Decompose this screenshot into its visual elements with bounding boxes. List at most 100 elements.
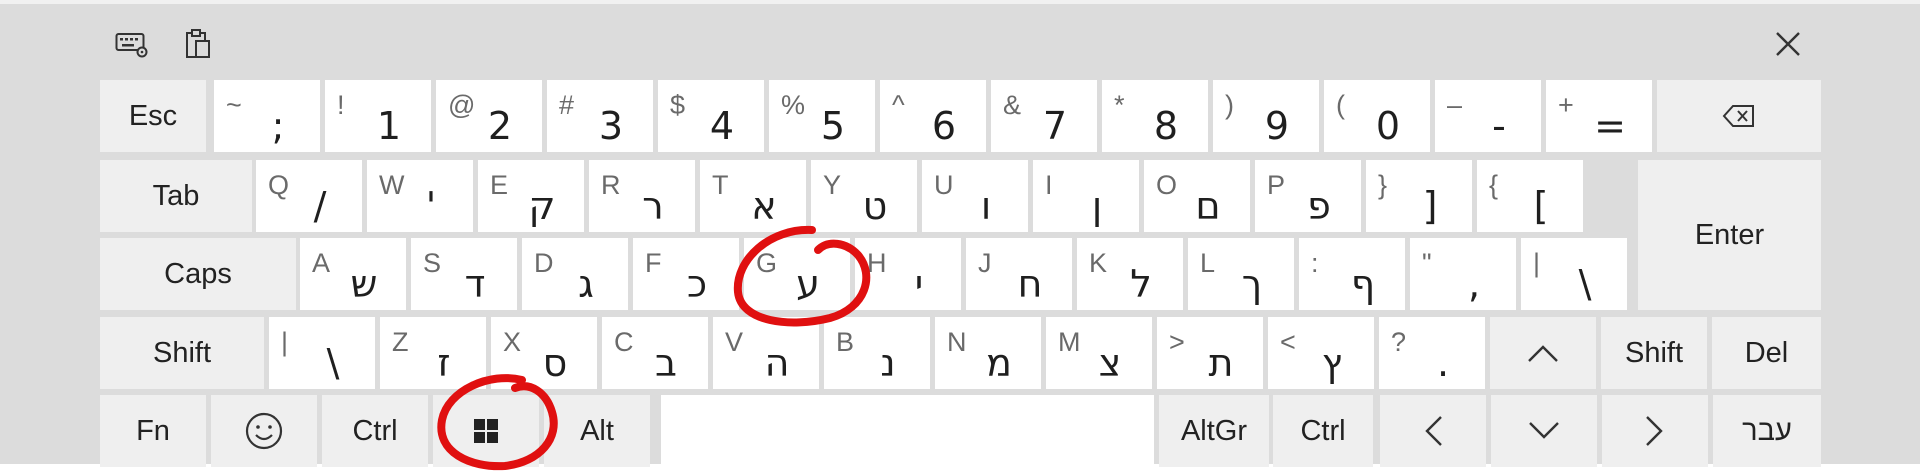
key-primary-label: נ [880,341,896,385]
key-p[interactable]: Pפ [1255,160,1361,232]
key-lbrace[interactable]: {[ [1477,160,1583,232]
key-3[interactable]: #3 [547,80,653,152]
key-right[interactable] [1602,395,1708,467]
key-a[interactable]: Aש [300,238,406,310]
keyboard-settings-button[interactable] [112,26,152,62]
key-primary-label: י [914,262,924,306]
chevron-left-icon [1380,395,1486,467]
key-label: Esc [128,99,178,132]
key-minus[interactable]: – - [1435,80,1541,152]
key-emoji[interactable] [211,395,317,467]
key-ctrl-left[interactable]: Ctrl [322,395,428,467]
key-semicolon[interactable]: ~; [214,80,320,152]
key-pipe[interactable]: | \ [1521,238,1627,310]
key-i[interactable]: Iן [1033,160,1139,232]
close-icon [1776,32,1800,56]
key-4[interactable]: $4 [658,80,764,152]
key-tab[interactable]: Tab [100,160,252,232]
key-7[interactable]: & 7 [991,80,1097,152]
key-e[interactable]: Eק [478,160,584,232]
key-v[interactable]: Vה [713,317,819,389]
key-8[interactable]: * 8 [1102,80,1208,152]
key-9[interactable]: ) 9 [1213,80,1319,152]
key-backslash[interactable]: | \ [269,317,375,389]
key-primary-label: [ [1533,184,1549,228]
key-k[interactable]: Kל [1077,238,1183,310]
chevron-right-icon [1602,395,1708,467]
key-secondary-label: ) [1225,90,1234,120]
key-esc[interactable]: Esc [100,80,206,152]
key-m[interactable]: Mצ [1046,317,1152,389]
key-b[interactable]: Bנ [824,317,930,389]
key-altgr[interactable]: AltGr [1159,395,1269,467]
key-primary-label: , [1467,262,1481,306]
key-ctrl-right[interactable]: Ctrl [1273,395,1373,467]
key-backspace[interactable] [1657,80,1821,152]
key-5[interactable]: % 5 [769,80,875,152]
key-caps[interactable]: Caps [100,238,296,310]
key-enter[interactable]: Enter [1638,160,1821,310]
clipboard-button[interactable] [178,26,218,62]
key-equals[interactable]: + = [1546,80,1652,152]
key-slash[interactable]: ?. [1379,317,1485,389]
key-0[interactable]: (0 [1324,80,1430,152]
key-windows[interactable] [433,395,539,467]
key-g[interactable]: Gע [744,238,850,310]
key-secondary-label: I [1045,170,1053,200]
key-primary-label: ' [425,184,437,228]
key-j[interactable]: Jח [966,238,1072,310]
key-1[interactable]: ! 1 [325,80,431,152]
key-alt[interactable]: Alt [544,395,650,467]
key-period[interactable]: > ת [1157,317,1263,389]
key-primary-label: 8 [1153,104,1179,148]
key-left[interactable] [1380,395,1486,467]
key-6[interactable]: ^ 6 [880,80,986,152]
key-r[interactable]: Rר [589,160,695,232]
windows-logo-icon [433,395,539,467]
key-secondary-label: | [1533,248,1541,278]
keyboard-settings-icon [115,33,148,58]
key-2[interactable]: @2 [436,80,542,152]
key-primary-label: ץ [1321,341,1343,385]
key-down[interactable] [1491,395,1597,467]
key-colon[interactable]: :ף [1299,238,1405,310]
key-comma[interactable]: < ץ [1268,317,1374,389]
key-shift-right[interactable]: Shift [1601,317,1707,389]
key-primary-label: 3 [598,104,624,148]
key-d[interactable]: Dג [522,238,628,310]
key-l[interactable]: Lך [1188,238,1294,310]
key-label: Shift [1624,336,1684,369]
key-primary-label: ם [1195,184,1221,228]
key-label: Ctrl [1300,414,1346,447]
key-h[interactable]: Hי [855,238,961,310]
key-t[interactable]: Tא [700,160,806,232]
key-w[interactable]: W ' [367,160,473,232]
key-c[interactable]: Cב [602,317,708,389]
key-del[interactable]: Del [1712,317,1821,389]
key-primary-label: ת [1208,341,1234,385]
key-fn[interactable]: Fn [100,395,206,467]
key-language[interactable]: עבר [1713,395,1821,467]
key-shift-left[interactable]: Shift [100,317,264,389]
key-primary-label: 4 [709,104,735,148]
key-space[interactable] [661,395,1154,467]
key-x[interactable]: Xס [491,317,597,389]
key-primary-label: ו [980,184,992,228]
key-rbrace[interactable]: }] [1366,160,1472,232]
key-up[interactable] [1490,317,1596,389]
key-f[interactable]: Fכ [633,238,739,310]
key-primary-label: א [751,184,777,228]
key-z[interactable]: Zז [380,317,486,389]
key-primary-label: ר [642,184,664,228]
key-y[interactable]: Yט [811,160,917,232]
key-u[interactable]: Uו [922,160,1028,232]
key-o[interactable]: Oם [1144,160,1250,232]
close-button[interactable] [1768,26,1808,62]
key-n[interactable]: Nמ [935,317,1041,389]
key-quote[interactable]: ", [1410,238,1516,310]
key-primary-label: ע [796,262,820,306]
key-q[interactable]: Q / [256,160,362,232]
key-primary-label: ] [1422,184,1438,228]
key-primary-label: - [1492,104,1506,148]
key-s[interactable]: Sד [411,238,517,310]
